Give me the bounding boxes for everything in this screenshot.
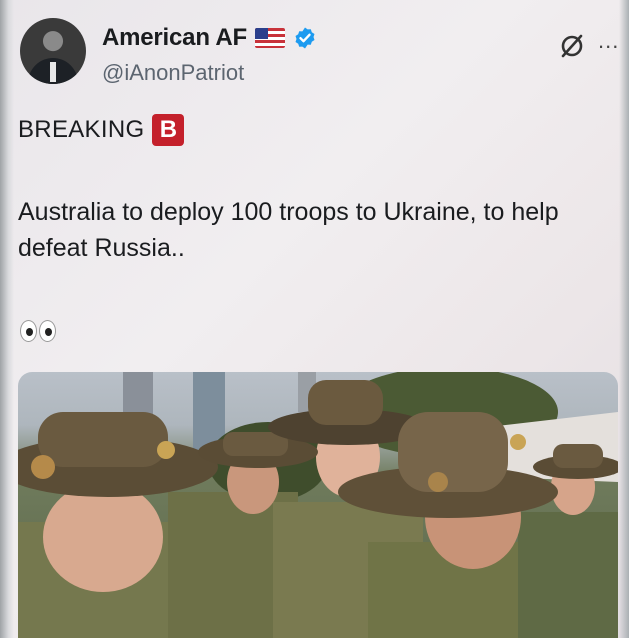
eyes-emoji — [20, 320, 56, 342]
breaking-text: BREAKING — [18, 116, 145, 143]
avatar[interactable] — [20, 18, 86, 84]
avatar-shirt — [50, 62, 56, 82]
phone-edge-right — [619, 0, 629, 638]
b-emoji-badge: B — [152, 114, 185, 146]
author-handle[interactable]: @iAnonPatriot — [102, 60, 244, 86]
breaking-label: BREAKING B — [18, 114, 185, 146]
photo-icon — [18, 372, 618, 638]
post-photo[interactable] — [18, 372, 618, 638]
us-flag-icon — [254, 28, 285, 48]
author-row: American AF — [102, 24, 317, 52]
more-options-button[interactable]: ... — [598, 28, 619, 54]
phone-edge-left — [0, 0, 14, 638]
post-text: Australia to deploy 100 troops to Ukrain… — [18, 198, 559, 262]
grok-icon[interactable] — [558, 32, 586, 60]
verified-badge-icon — [295, 27, 315, 49]
author-display-name[interactable]: American AF — [102, 24, 247, 52]
